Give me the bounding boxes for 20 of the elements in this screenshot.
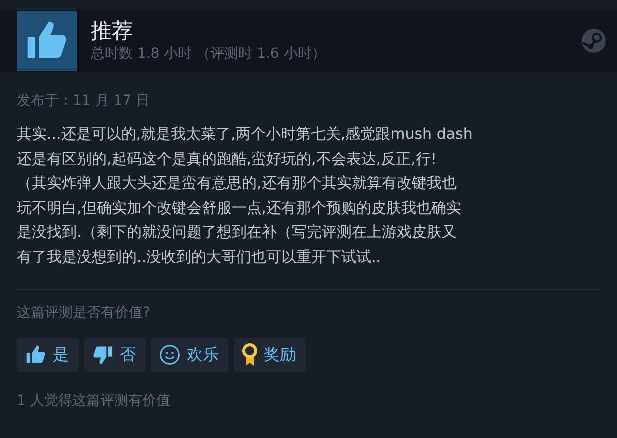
review-text-line: （其实炸弹人跟大头还是蛮有意思的,还有那个其实就算有改键我也: [17, 173, 458, 194]
thumbs-down-icon: [92, 344, 114, 366]
funny-button[interactable]: 欢乐: [151, 338, 229, 372]
award-icon: [242, 343, 258, 367]
review-text-line: 其实...还是可以的,就是我太菜了,两个小时第七关,感觉跟mush dash: [17, 124, 474, 145]
no-button[interactable]: 否: [84, 338, 146, 372]
award-button[interactable]: 奖励: [234, 338, 306, 372]
yes-button[interactable]: 是: [17, 338, 79, 372]
review-text-line: 有了我是没想到的..没收到的大哥们也可以重开下试试..: [17, 246, 382, 268]
review-text-line: 玩不明白,但确实加个改键会舒服一点,还有那个预购的皮肤我也确实: [17, 198, 463, 218]
review-verdict: 推荐: [91, 18, 134, 44]
helpful-count: 1 人觉得这篇评测有价值: [17, 392, 172, 410]
steam-logo-icon: [581, 28, 607, 54]
posted-date: 发布于：11 月 17 日: [17, 92, 151, 110]
review-text-line: 是没找到.（剩下的就没问题了想到在补（写完评测在上游戏皮肤又: [17, 222, 458, 243]
thumbs-up-icon: [25, 344, 47, 366]
playtime-text: 总时数 1.8 小时 （评测时 1.6 小时）: [91, 45, 327, 64]
helpful-question: 这篇评测是否有价值?: [17, 304, 152, 322]
smiley-icon: [159, 344, 181, 366]
review-text-line: 还是有区别的,起码这个是真的跑酷,蛮好玩的,不会表达,反正,行!: [17, 148, 438, 170]
